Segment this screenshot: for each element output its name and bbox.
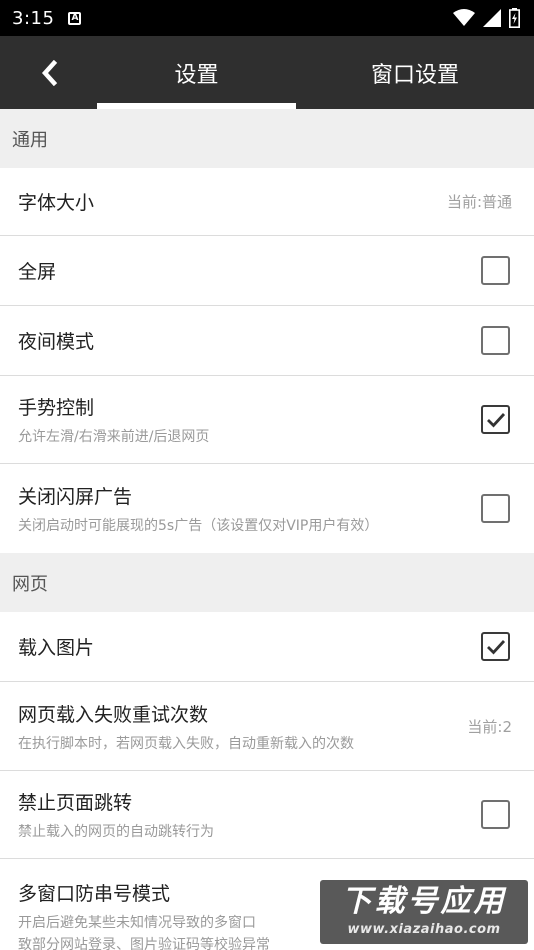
setting-title: 全屏 (18, 261, 57, 283)
checkmark-icon (486, 639, 505, 655)
setting-subtitle: 关闭启动时可能展现的5s广告（该设置仅对VIP用户有效） (18, 518, 379, 534)
wifi-icon (453, 9, 475, 26)
setting-value: 当前:2 (467, 717, 512, 736)
load-images-checkbox[interactable] (481, 632, 510, 661)
section-header-webpage: 网页 (0, 553, 534, 612)
no-redirect-checkbox[interactable] (481, 800, 510, 829)
tab-window-settings-label: 窗口设置 (370, 62, 459, 88)
checkmark-icon (486, 412, 505, 428)
setting-no-redirect[interactable]: 禁止页面跳转 禁止载入的网页的自动跳转行为 (0, 771, 534, 859)
setting-fullscreen[interactable]: 全屏 (0, 236, 534, 306)
setting-subtitle: 禁止载入的网页的自动跳转行为 (18, 824, 214, 840)
setting-title: 手势控制 (18, 397, 95, 419)
setting-title: 字体大小 (18, 192, 95, 214)
setting-night-mode[interactable]: 夜间模式 (0, 306, 534, 376)
status-icons (453, 8, 520, 28)
setting-splash-ad[interactable]: 关闭闪屏广告 关闭启动时可能展现的5s广告（该设置仅对VIP用户有效） (0, 464, 534, 553)
setting-gesture[interactable]: 手势控制 允许左滑/右滑来前进/后退网页 (0, 376, 534, 464)
watermark: 下载号应用 www.xiazaihao.com (320, 880, 528, 944)
back-button[interactable] (0, 36, 97, 109)
tab-settings-label: 设置 (174, 62, 219, 88)
night-mode-checkbox[interactable] (481, 326, 510, 355)
watermark-logo: 下载号应用 (341, 884, 507, 919)
setting-load-images[interactable]: 载入图片 (0, 612, 534, 682)
status-time: 3:15 (12, 7, 55, 29)
tab-window-settings[interactable]: 窗口设置 (296, 36, 534, 109)
setting-subtitle: 在执行脚本时，若网页载入失败，自动重新载入的次数 (18, 735, 354, 752)
tab-settings[interactable]: 设置 (97, 36, 296, 109)
setting-title: 网页载入失败重试次数 (18, 703, 209, 726)
setting-title: 夜间模式 (18, 331, 95, 353)
setting-retry-count[interactable]: 网页载入失败重试次数 在执行脚本时，若网页载入失败，自动重新载入的次数 当前:2 (0, 682, 534, 771)
setting-subtitle: 允许左滑/右滑来前进/后退网页 (18, 429, 210, 445)
app-bar: 设置 窗口设置 (0, 36, 534, 109)
fullscreen-checkbox[interactable] (481, 256, 510, 285)
setting-font-size[interactable]: 字体大小 当前:普通 (0, 168, 534, 236)
battery-icon (509, 8, 520, 28)
notification-icon: A (68, 11, 82, 25)
status-bar: 3:15 A (0, 0, 534, 36)
setting-title: 关闭闪屏广告 (18, 486, 133, 508)
setting-value: 当前:普通 (446, 193, 512, 211)
back-arrow-icon (41, 59, 57, 86)
signal-icon (483, 9, 501, 27)
section-header-general: 通用 (0, 109, 534, 168)
setting-title: 载入图片 (18, 637, 95, 659)
setting-title: 禁止页面跳转 (18, 792, 133, 814)
watermark-url: www.xiazaihao.com (347, 922, 501, 937)
gesture-checkbox[interactable] (481, 405, 510, 434)
splash-ad-checkbox[interactable] (481, 494, 510, 523)
